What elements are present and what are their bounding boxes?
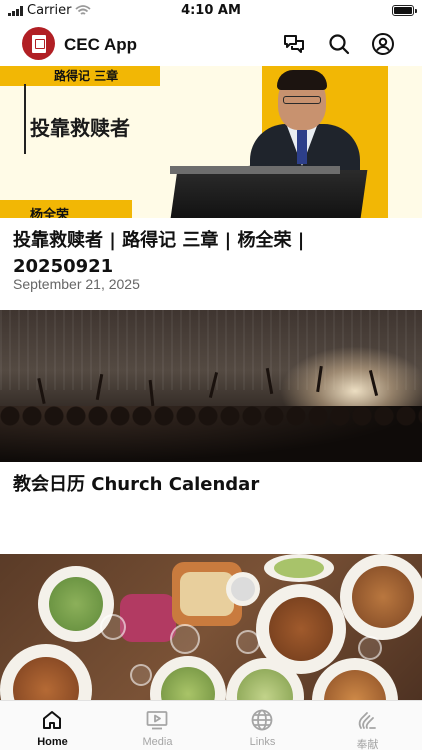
chat-icon[interactable] <box>282 32 306 56</box>
thumbnail-sermon-title: 投靠救赎者 <box>30 116 130 140</box>
post-title[interactable]: 教会日历 Church Calendar <box>13 472 259 498</box>
tab-home[interactable]: Home <box>0 701 105 750</box>
search-icon[interactable] <box>327 32 351 56</box>
sermon-thumbnail[interactable]: 路得记 三章 投靠救赎者 杨全荣 <box>0 66 422 218</box>
tab-giving[interactable]: 奉献 <box>315 701 420 750</box>
tab-label: Home <box>37 736 68 748</box>
tab-label: Links <box>249 736 276 748</box>
account-icon[interactable] <box>371 32 395 56</box>
tab-label: Media <box>142 736 173 748</box>
app-title: CEC App <box>64 35 138 54</box>
giving-icon <box>358 712 376 729</box>
app-header: CEC App <box>0 22 422 66</box>
tab-links[interactable]: Links <box>210 701 315 750</box>
thumbnail-speaker-name: 杨全荣 <box>30 208 70 218</box>
tab-label: 奉献 <box>356 739 379 750</box>
globe-icon <box>251 709 273 731</box>
media-icon <box>146 711 168 730</box>
food-thumbnail[interactable] <box>0 554 422 700</box>
thumbnail-book-text: 路得记 三章 <box>54 69 119 83</box>
post-date: September 21, 2025 <box>13 276 140 292</box>
status-bar: Carrier 4:10 AM <box>0 0 422 22</box>
home-icon <box>43 711 61 729</box>
status-time: 4:10 AM <box>181 3 241 18</box>
tab-bar: Home Media Links 奉献 <box>0 700 422 750</box>
post-feed[interactable]: 路得记 三章 投靠救赎者 杨全荣 投靠救赎者 | 路得记 三章 | 杨全荣 | … <box>0 66 422 700</box>
battery-icon <box>392 5 417 16</box>
church-calendar-thumbnail[interactable] <box>0 310 422 462</box>
divider <box>24 84 26 154</box>
app-logo <box>22 27 55 60</box>
tab-media[interactable]: Media <box>105 701 210 750</box>
podium <box>170 170 368 218</box>
post-title[interactable]: 投靠救赎者 | 路得记 三章 | 杨全荣 | 20250921 <box>13 228 405 280</box>
